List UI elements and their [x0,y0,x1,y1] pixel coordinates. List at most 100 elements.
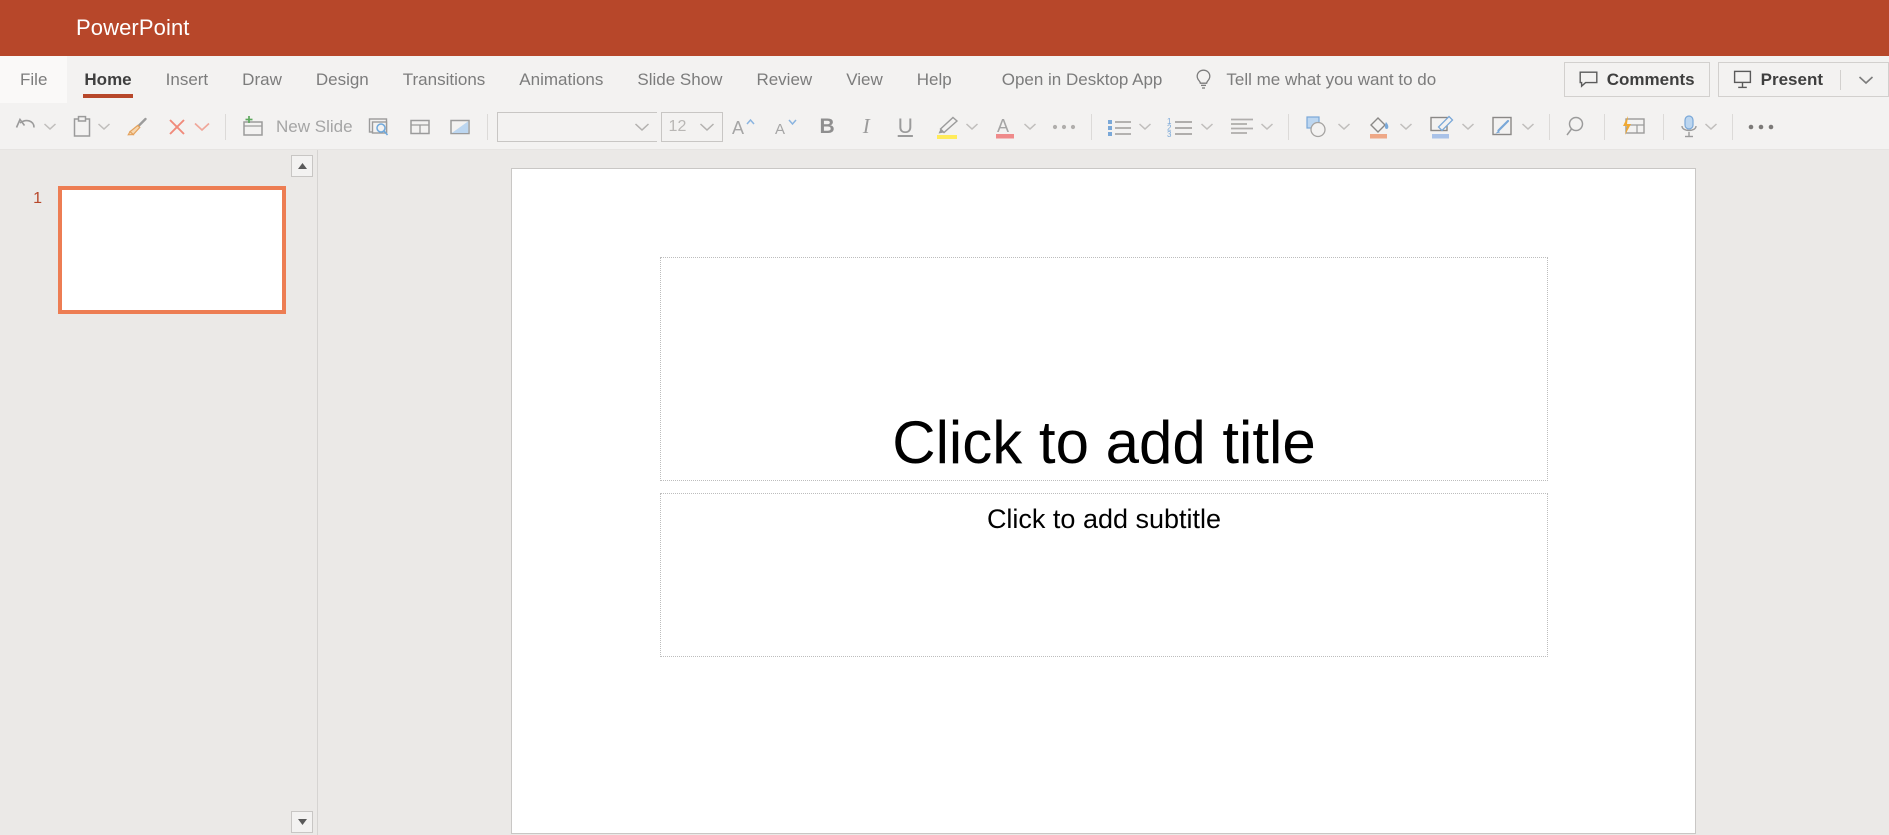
thumbnail-scroll-up-button[interactable] [291,155,313,177]
tab-insert[interactable]: Insert [149,56,226,103]
ellipsis-icon [1051,122,1077,132]
shape-effects-button[interactable] [1482,109,1542,145]
paragraph-alignment-button[interactable] [1221,109,1281,145]
font-name-chevron-down-icon[interactable] [634,122,650,132]
editor-body: 1 Click to add title Click to add subtit… [0,150,1889,835]
reset-button[interactable] [440,109,480,145]
thumbnail-scroll-down-button[interactable] [291,811,313,833]
shape-outline-button[interactable] [1420,109,1482,145]
app-title: PowerPoint [76,15,190,40]
slide-thumbnail-1[interactable] [58,186,286,314]
overflow-ellipsis-icon [1747,122,1775,132]
dictate-button[interactable] [1671,109,1725,145]
font-name-combo[interactable] [496,111,657,142]
shape-outline-chevron-down-icon[interactable] [1461,122,1475,131]
more-font-options-button[interactable] [1044,109,1084,145]
title-placeholder[interactable]: Click to add title [660,257,1548,481]
format-painter-button[interactable] [118,109,158,145]
text-highlight-button[interactable] [926,109,986,145]
tab-draw[interactable]: Draw [225,56,299,103]
shapes-button[interactable] [1296,109,1358,145]
numbering-chevron-down-icon[interactable] [1200,122,1214,131]
microphone-icon [1678,114,1700,140]
shape-fill-button[interactable] [1358,109,1420,145]
lightbulb-icon [1195,69,1212,91]
undo-icon [13,116,39,138]
decrease-font-size-button[interactable]: A [765,109,807,145]
more-options-button[interactable] [1740,109,1782,145]
tab-animations[interactable]: Animations [502,56,620,103]
underline-icon: U [897,114,913,138]
shrink-font-icon: A [772,115,800,139]
subtitle-placeholder-text: Click to add subtitle [986,504,1222,534]
clear-formatting-chevron-down-icon[interactable] [193,121,211,132]
preview-button[interactable] [360,109,400,145]
tab-file[interactable]: File [0,56,68,103]
command-toolbar: New Slide 12 A A B I U A 1 2 3 [0,104,1889,150]
new-slide-button[interactable]: New Slide [233,109,360,145]
tab-help[interactable]: Help [900,56,969,103]
present-button[interactable]: Present [1717,62,1889,97]
bullets-chevron-down-icon[interactable] [1138,122,1152,131]
tab-design[interactable]: Design [299,56,386,103]
numbering-button[interactable]: 1 2 3 [1159,109,1221,145]
paste-button[interactable] [64,109,118,145]
present-screen-icon [1733,70,1752,90]
thumbnail-list-item: 1 [0,150,317,314]
font-color-button[interactable]: A [986,109,1044,145]
svg-text:A: A [775,121,785,138]
bold-button[interactable]: B [807,109,848,145]
shape-effects-brush-icon [1489,114,1517,140]
tab-home[interactable]: Home [67,56,148,103]
svg-text:A: A [732,118,744,138]
tab-home-label: Home [84,69,132,89]
layout-icon [407,115,433,139]
undo-button[interactable] [6,109,64,145]
find-button[interactable] [1557,109,1597,145]
italic-button[interactable]: I [848,109,885,145]
shapes-chevron-down-icon[interactable] [1337,122,1351,131]
shape-outline-pen-icon [1427,114,1457,140]
designer-button[interactable] [1612,109,1656,145]
svg-text:A: A [997,116,1009,136]
bold-icon: B [819,114,835,138]
shape-fill-chevron-down-icon[interactable] [1399,122,1413,131]
comments-button[interactable]: Comments [1563,62,1710,97]
tab-slide-show[interactable]: Slide Show [620,56,739,103]
tab-help-label: Help [916,69,952,89]
highlighter-pen-icon [933,114,961,140]
layout-button[interactable] [400,109,440,145]
shape-effects-chevron-down-icon[interactable] [1521,122,1535,131]
font-size-value: 12 [668,117,687,135]
present-chevron-down-icon[interactable] [1850,75,1874,85]
highlight-chevron-down-icon[interactable] [965,122,979,131]
undo-chevron-down-icon[interactable] [43,122,57,131]
slide-editing-surface[interactable]: Click to add title Click to add subtitle [511,168,1696,834]
dictate-chevron-down-icon[interactable] [1704,122,1718,131]
open-in-desktop-app-button[interactable]: Open in Desktop App [985,56,1180,103]
comment-bubble-icon [1579,71,1598,89]
shapes-icon [1303,114,1333,140]
tab-view[interactable]: View [829,56,900,103]
toolbar-divider-5 [1548,113,1550,140]
clear-formatting-button[interactable] [158,109,218,145]
font-size-chevron-down-icon[interactable] [699,122,715,132]
paste-chevron-down-icon[interactable] [97,122,111,131]
toolbar-divider-8 [1731,113,1733,140]
underline-button[interactable]: U [885,109,926,145]
subtitle-placeholder[interactable]: Click to add subtitle [660,493,1548,657]
align-left-icon [1228,116,1256,138]
tab-review[interactable]: Review [739,56,829,103]
tab-file-label: File [20,69,48,89]
alignment-chevron-down-icon[interactable] [1260,122,1274,131]
increase-font-size-button[interactable]: A [723,109,765,145]
bulleted-list-icon [1106,116,1134,138]
toolbar-divider-1 [225,113,226,140]
font-color-chevron-down-icon[interactable] [1023,122,1037,131]
tab-transitions[interactable]: Transitions [386,56,503,103]
toolbar-divider-4 [1287,113,1289,140]
font-size-combo[interactable]: 12 [660,111,723,142]
bullets-button[interactable] [1099,109,1159,145]
search-icon [1564,114,1590,140]
tell-me-search[interactable]: Tell me what you want to do [1179,56,1452,103]
